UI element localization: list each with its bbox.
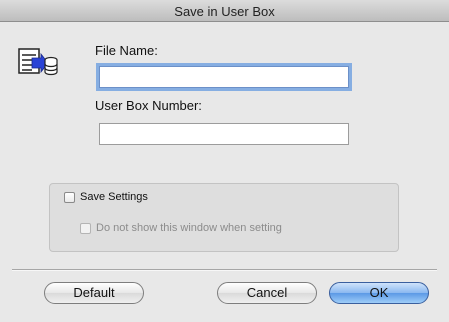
default-button[interactable]: Default <box>44 282 144 304</box>
do-not-show-checkbox-row: Do not show this window when setting <box>80 222 282 234</box>
divider <box>12 269 437 271</box>
save-settings-label: Save Settings <box>80 191 148 203</box>
save-to-user-box-icon <box>18 47 58 79</box>
save-settings-checkbox-row[interactable]: Save Settings <box>64 191 148 203</box>
do-not-show-label: Do not show this window when setting <box>96 222 282 234</box>
file-name-label: File Name: <box>95 43 158 58</box>
window-title: Save in User Box <box>174 4 275 19</box>
user-box-number-label: User Box Number: <box>95 98 202 113</box>
file-name-input[interactable] <box>99 66 349 88</box>
save-settings-checkbox[interactable] <box>64 191 75 203</box>
do-not-show-checkbox <box>80 222 91 234</box>
ok-button[interactable]: OK <box>329 282 429 304</box>
cancel-button[interactable]: Cancel <box>217 282 317 304</box>
title-bar: Save in User Box <box>0 0 449 22</box>
user-box-number-input[interactable] <box>99 123 349 145</box>
